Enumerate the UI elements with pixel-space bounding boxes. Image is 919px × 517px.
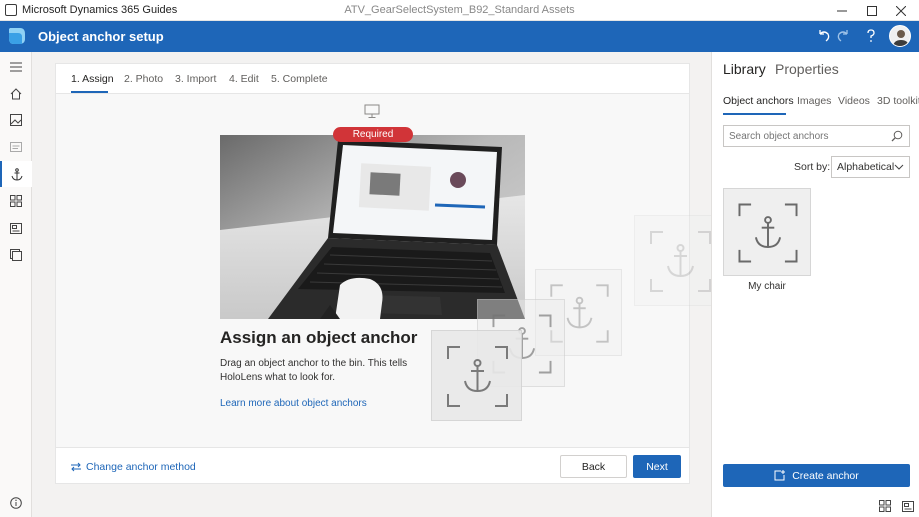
outline-icon[interactable]: [0, 134, 32, 160]
step-edit[interactable]: 4. Edit: [229, 73, 259, 85]
hamburger-icon[interactable]: [0, 54, 32, 80]
subtab-videos[interactable]: Videos: [838, 95, 870, 107]
tab-properties[interactable]: Properties: [775, 61, 839, 77]
anchor-icon: [447, 346, 508, 407]
subtab-3d-toolkit[interactable]: 3D toolkit: [877, 95, 919, 107]
anchor-icon: [738, 203, 798, 263]
assign-description: Drag an object anchor to the bin. This t…: [220, 358, 408, 383]
sort-by-label: Sort by:: [794, 161, 831, 173]
grid-icon[interactable]: [0, 188, 32, 214]
change-anchor-method-label: Change anchor method: [86, 461, 196, 473]
anchor-tile-my-chair[interactable]: [723, 188, 811, 276]
back-button[interactable]: Back: [560, 455, 627, 478]
step-import[interactable]: 3. Import: [175, 73, 216, 85]
card-icon[interactable]: [0, 215, 32, 241]
active-step-indicator: [71, 91, 108, 93]
app-window-icon: [5, 4, 17, 16]
monitor-icon: [364, 104, 380, 118]
change-anchor-method-button[interactable]: Change anchor method: [70, 461, 196, 473]
app-header: Object anchor setup: [0, 21, 919, 52]
card-footer: Change anchor method Back Next: [56, 447, 689, 483]
user-avatar[interactable]: [889, 25, 911, 47]
object-photo: [220, 135, 525, 319]
tab-library[interactable]: Library: [723, 61, 766, 77]
chevron-down-icon: [894, 164, 904, 170]
sort-dropdown[interactable]: Alphabetical: [831, 156, 910, 178]
grid-view-icon[interactable]: [875, 498, 895, 514]
home-icon[interactable]: [0, 81, 32, 107]
step-photo[interactable]: 2. Photo: [124, 73, 163, 85]
create-anchor-label: Create anchor: [792, 469, 859, 482]
search-input[interactable]: [724, 126, 884, 146]
search-icon[interactable]: [891, 130, 903, 142]
left-navigation-rail: [0, 52, 32, 517]
search-box: [723, 125, 910, 147]
info-icon[interactable]: [0, 490, 32, 516]
setup-steps-bar: 1. Assign 2. Photo 3. Import 4. Edit 5. …: [56, 64, 689, 94]
step-complete[interactable]: 5. Complete: [271, 73, 328, 85]
guides-logo-icon: [9, 28, 25, 44]
window-titlebar: Microsoft Dynamics 365 Guides ATV_GearSe…: [0, 0, 919, 21]
next-button[interactable]: Next: [633, 455, 681, 478]
page-title: Object anchor setup: [38, 29, 164, 44]
create-anchor-button[interactable]: Create anchor: [723, 464, 910, 487]
library-panel: Library Properties Object anchors Images…: [711, 52, 919, 517]
list-view-icon[interactable]: [898, 498, 918, 514]
maximize-icon[interactable]: [857, 0, 887, 21]
swap-icon: [71, 462, 81, 472]
drag-ghost-anchor: [431, 330, 522, 421]
step-assign[interactable]: 1. Assign: [71, 73, 114, 85]
redo-icon[interactable]: [834, 26, 852, 46]
subtab-images[interactable]: Images: [797, 95, 831, 107]
required-badge: Required: [333, 127, 413, 142]
anchor-icon[interactable]: [0, 161, 32, 187]
subtab-object-anchors[interactable]: Object anchors: [723, 95, 794, 107]
active-subtab-indicator: [723, 113, 786, 115]
anchor-name: My chair: [748, 281, 786, 292]
app-name: Microsoft Dynamics 365 Guides: [22, 4, 178, 16]
sort-value: Alphabetical: [837, 161, 895, 173]
minimize-icon[interactable]: [827, 0, 857, 21]
create-anchor-icon: [774, 470, 786, 481]
undo-icon[interactable]: [815, 26, 833, 46]
help-icon[interactable]: [862, 26, 880, 46]
image-icon[interactable]: [0, 107, 32, 133]
assign-heading: Assign an object anchor: [220, 328, 418, 347]
layers-icon[interactable]: [0, 242, 32, 268]
learn-more-link[interactable]: Learn more about object anchors: [220, 398, 367, 409]
close-icon[interactable]: [886, 0, 916, 21]
